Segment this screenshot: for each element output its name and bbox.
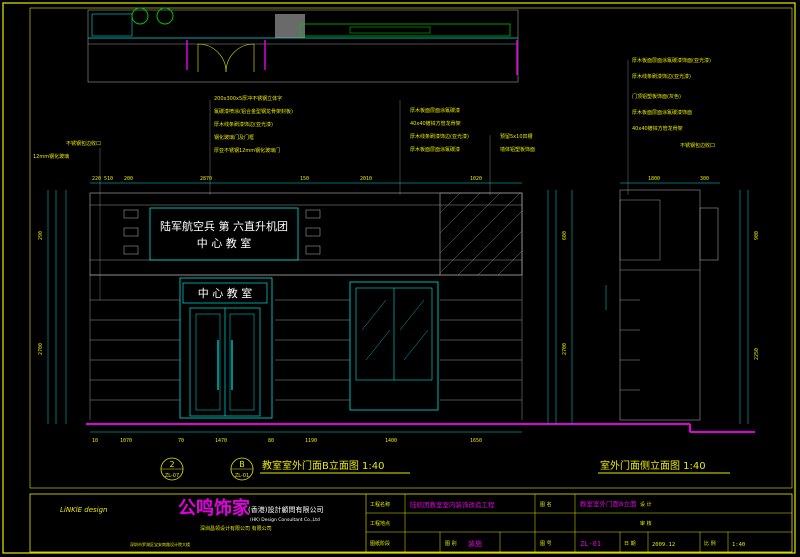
side-top-dim-1: 1800 xyxy=(648,176,660,182)
upper-sign-line1: 陆军航空兵 第 六直升机团 xyxy=(160,219,288,233)
bottom-dim-6: 1190 xyxy=(305,438,317,444)
company-line1: (香港)設計顧問有限公司 xyxy=(248,505,323,514)
design-label: 设 计 xyxy=(640,501,652,508)
hatched-panel xyxy=(439,192,523,276)
upper-sign-line2: 中 心 教 室 xyxy=(197,236,252,250)
bottom-dim-8: 1650 xyxy=(470,438,482,444)
top-dim-1: 220 xyxy=(92,176,101,182)
marker-b-code: B xyxy=(239,460,245,469)
number-value: ZL-01 xyxy=(580,540,601,548)
scale-label: 比 例 xyxy=(704,540,716,547)
top-dim-2: 510 xyxy=(104,176,113,182)
upper-sign-panel xyxy=(149,207,299,261)
top-dim-7: 1020 xyxy=(470,176,482,182)
right-dim-1: 600 xyxy=(562,231,568,240)
side-callout-5: 40x40镀锌方管龙骨架 xyxy=(632,125,683,132)
top-dim-6: 2010 xyxy=(360,176,372,182)
callout-mid-4: 厚木板面层面涂氟碳漆 xyxy=(410,146,460,153)
bottom-dim-2: 1070 xyxy=(120,438,132,444)
callout-mid-3: 厚木线条刷漆饰边(亚光漆) xyxy=(410,133,469,140)
right-dim-2: 2700 xyxy=(562,343,568,355)
top-dim-3: 200 xyxy=(124,176,133,182)
left-dim-2: 2700 xyxy=(38,343,44,355)
scale-value: 1:40 xyxy=(732,542,745,548)
drawing-value: 教室室外门面B立面 xyxy=(580,499,637,508)
project-label: 工程名称 xyxy=(370,501,390,508)
bottom-dim-1: 10 xyxy=(92,438,98,444)
company-line3: 深圳昌领设计有限公司 有限公司 xyxy=(200,525,272,532)
sheet-type-label: 图 别 xyxy=(445,540,457,547)
drawing-label: 图 名 xyxy=(540,501,552,508)
top-dim-4: 2870 xyxy=(200,176,212,182)
stage-label: 图纸阶段 xyxy=(370,540,390,547)
company-footer: 深圳市罗湖区宝安南路设计院大楼 xyxy=(130,541,190,547)
side-callout-3: 门顶铝塑板饰面(灰色) xyxy=(632,93,681,100)
check-label: 审 核 xyxy=(640,520,652,527)
bottom-dim-7: 1400 xyxy=(385,438,397,444)
lower-sign-text: 中 心 教 室 xyxy=(198,286,253,300)
main-view-title: 教室室外门面B立面图 1:40 xyxy=(262,459,385,472)
brand-logo: LiNKlE design 公鸣饰家 xyxy=(60,497,251,519)
section-marker-b: B ZL-01 xyxy=(230,457,254,481)
callout-left-3: 厚木线条刷漆饰边(亚光漆) xyxy=(214,121,273,128)
callout-far-left-2: 12mm钢化玻璃 xyxy=(33,153,69,160)
top-dim-5: 150 xyxy=(300,176,309,182)
side-callout-1: 厚木板面层面涂氟碳漆饰面(亚光漆) xyxy=(632,57,711,64)
side-callout-4: 厚木板面层面涂氟碳漆饰面 xyxy=(632,109,692,116)
section-marker-2: 2 ZL-07 xyxy=(160,457,184,481)
company-line2: (HK) Design Consultant Co.,Ltd xyxy=(250,517,320,523)
side-right-dim-2: 2250 xyxy=(754,348,760,360)
side-view-title: 室外门面侧立面图 1:40 xyxy=(600,459,706,472)
left-dim-1: 290 xyxy=(38,231,44,240)
brand-latin: LiNKlE design xyxy=(60,506,108,514)
bottom-dim-4: 1470 xyxy=(215,438,227,444)
top-plan-view xyxy=(87,7,519,83)
date-value: 2009.12 xyxy=(652,542,675,548)
date-label: 日 期 xyxy=(624,541,636,547)
callout-far-left-1: 不锈钢包边收口 xyxy=(66,140,101,147)
callout-left-2: 氟碳漆喷涂(铝合金型钢龙骨架封板) xyxy=(214,108,293,115)
callout-left-4: 钢化玻璃门及门框 xyxy=(214,134,254,141)
callout-left-5: 厚亚不锈钢12mm钢化玻璃门 xyxy=(214,147,280,154)
side-right-dim-1: 900 xyxy=(754,231,760,240)
area-label: 工程地点 xyxy=(370,520,390,527)
drawing-border xyxy=(29,7,793,489)
callout-mid-2: 40x40镀锌方管龙骨架 xyxy=(410,120,461,127)
number-label: 图 号 xyxy=(540,541,552,547)
brand-cn: 公鸣饰家 xyxy=(178,497,251,519)
side-callout-6: 不锈钢包边收口 xyxy=(680,142,715,149)
callout-right-2: 墙体铝塑板饰面 xyxy=(500,146,535,153)
side-callout-2: 厚木线条刷漆饰边(亚光漆) xyxy=(632,73,691,80)
marker-b-sheet: ZL-01 xyxy=(235,473,249,479)
bottom-dim-3: 70 xyxy=(178,438,184,444)
bottom-dim-5: 80 xyxy=(268,438,274,444)
marker-2-sheet: ZL-07 xyxy=(165,473,179,479)
project-value: 陆航团教室室内装饰改造工程 xyxy=(410,500,495,509)
side-top-dim-2: 300 xyxy=(700,176,709,182)
cad-drawing-canvas: 陆军航空兵 第 六直升机团 中 心 教 室 中 心 教 室 教室室外门面B立面图… xyxy=(2,2,796,554)
callout-mid-1: 厚木板面层面涂氟碳漆 xyxy=(410,107,460,114)
marker-2-code: 2 xyxy=(169,460,174,469)
callout-left-1: 200x300x5厚冲不锈钢立体字 xyxy=(214,95,282,102)
sheet-type-value: 装施 xyxy=(468,539,482,548)
callout-right-1: 预留5x10凹槽 xyxy=(500,133,533,140)
